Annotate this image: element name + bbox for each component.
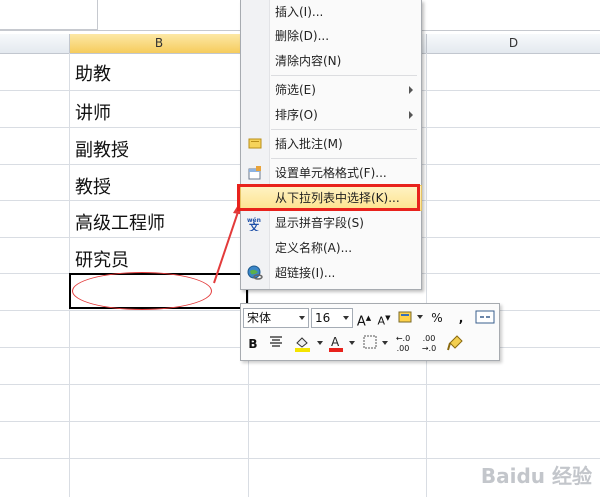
format-painter-icon[interactable] xyxy=(445,334,465,354)
menu-item-label: 排序(O) xyxy=(275,108,318,122)
grid-line xyxy=(0,384,600,385)
submenu-arrow-icon xyxy=(409,86,413,94)
menu-item-filter[interactable]: 筛选(E) xyxy=(241,78,421,102)
chevron-down-icon xyxy=(299,316,305,320)
menu-item-label: 超链接(I)... xyxy=(275,266,336,280)
svg-text:文: 文 xyxy=(249,221,260,231)
fill-color-icon[interactable] xyxy=(293,334,313,354)
annotation-oval xyxy=(72,272,212,310)
svg-text:A: A xyxy=(331,335,340,349)
name-box[interactable] xyxy=(0,0,98,30)
cell-b-text[interactable]: 助教 xyxy=(75,57,111,93)
font-size-select[interactable]: 16 xyxy=(311,308,353,328)
font-color-icon[interactable]: A xyxy=(327,334,345,354)
menu-item-show-phonetic[interactable]: wén 文 显示拼音字段(S) xyxy=(241,211,421,235)
context-menu: 插入(I)... 删除(D)... 清除内容(N) 筛选(E) 排序(O) 插入… xyxy=(240,0,422,290)
chevron-down-icon[interactable] xyxy=(317,341,323,345)
menu-item-label: 插入批注(M) xyxy=(275,137,343,151)
cell-b-text[interactable]: 讲师 xyxy=(75,96,111,132)
bold-button[interactable]: B xyxy=(245,334,261,354)
font-name-select[interactable]: 宋体 xyxy=(243,308,309,328)
menu-item-label: 删除(D)... xyxy=(275,29,330,43)
menu-item-label: 定义名称(A)... xyxy=(275,241,353,255)
menu-separator xyxy=(271,129,417,130)
menu-item-label: 设置单元格格式(F)... xyxy=(275,166,387,180)
cell-style-icon[interactable] xyxy=(397,308,415,328)
menu-item-label: 插入(I)... xyxy=(275,5,324,19)
shrink-font-icon[interactable]: A▼ xyxy=(375,308,393,328)
chevron-down-icon[interactable] xyxy=(382,341,388,345)
chevron-down-icon[interactable] xyxy=(349,341,355,345)
grid-line xyxy=(426,53,427,497)
submenu-arrow-icon xyxy=(409,111,413,119)
merge-center-icon[interactable] xyxy=(475,308,495,328)
borders-icon[interactable] xyxy=(361,334,379,354)
menu-separator xyxy=(271,75,417,76)
menu-item-insert-comment[interactable]: 插入批注(M) xyxy=(241,132,421,156)
menu-item-label: 清除内容(N) xyxy=(275,54,342,68)
decrease-decimal-icon[interactable]: .00 →.0 xyxy=(417,334,441,354)
comment-icon xyxy=(247,136,263,152)
cell-b-text[interactable]: 副教授 xyxy=(75,133,129,169)
menu-item-clear-contents[interactable]: 清除内容(N) xyxy=(241,49,421,73)
column-header-a[interactable] xyxy=(0,34,70,54)
grid-line xyxy=(0,421,600,422)
menu-item-delete[interactable]: 删除(D)... xyxy=(241,24,421,48)
chevron-down-icon xyxy=(343,316,349,320)
comma-style-button[interactable]: , xyxy=(455,308,467,328)
column-header-b[interactable]: B xyxy=(70,34,249,54)
menu-item-insert[interactable]: 插入(I)... xyxy=(241,0,421,24)
font-size-value: 16 xyxy=(315,311,331,325)
cell-b-text[interactable]: 高级工程师 xyxy=(75,206,165,242)
menu-item-format-cells[interactable]: 设置单元格格式(F)... xyxy=(241,161,421,185)
chevron-down-icon[interactable] xyxy=(417,315,423,319)
font-name-value: 宋体 xyxy=(247,311,272,325)
menu-item-define-name[interactable]: 定义名称(A)... xyxy=(241,236,421,260)
align-center-icon[interactable] xyxy=(267,334,285,354)
column-header-d[interactable]: D xyxy=(427,34,600,54)
menu-item-hyperlink[interactable]: 超链接(I)... xyxy=(241,261,421,285)
menu-item-sort[interactable]: 排序(O) xyxy=(241,103,421,127)
menu-item-label: 筛选(E) xyxy=(275,83,316,97)
grid-line xyxy=(0,458,600,459)
hyperlink-icon xyxy=(247,265,263,281)
menu-item-label: 显示拼音字段(S) xyxy=(275,216,364,230)
phonetic-icon: wén 文 xyxy=(247,215,263,234)
cell-b-text[interactable]: 教授 xyxy=(75,170,111,206)
grow-font-icon[interactable]: A▲ xyxy=(355,308,373,329)
mini-toolbar: 宋体 16 A▲ A▼ % , B A ←.0.00 .00 →.0 xyxy=(240,303,500,361)
percent-style-button[interactable]: % xyxy=(429,308,445,328)
increase-decimal-icon[interactable]: ←.0.00 xyxy=(391,334,415,354)
format-cells-icon xyxy=(247,165,263,181)
highlight-box xyxy=(237,184,420,211)
watermark: Baidu 经验 xyxy=(480,464,592,488)
menu-separator xyxy=(271,158,417,159)
